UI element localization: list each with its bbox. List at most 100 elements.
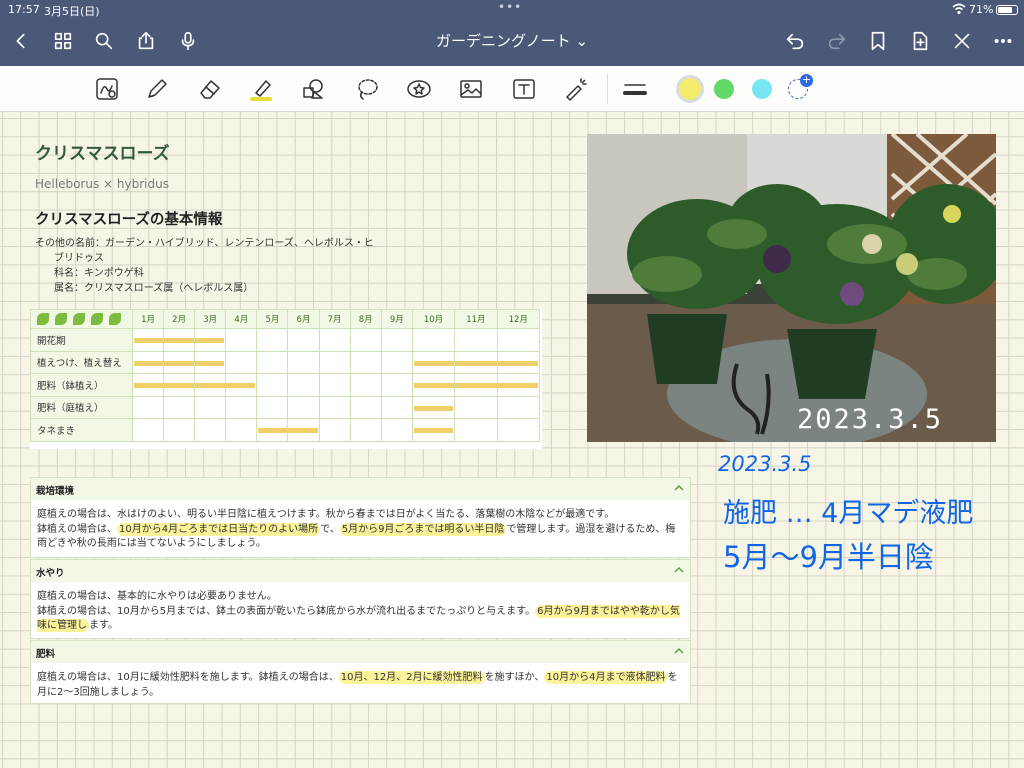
- highlighter-icon[interactable]: [246, 74, 276, 104]
- month-cell: [131, 418, 165, 442]
- hellebore-photo[interactable]: 2023.3.5: [587, 134, 996, 442]
- text-run: ます。: [89, 620, 118, 631]
- pen-icon[interactable]: [142, 74, 172, 104]
- period-bar: [497, 360, 538, 366]
- add-page-icon[interactable]: [907, 28, 933, 54]
- month-cell: [256, 395, 289, 419]
- multitask-dots-icon[interactable]: •••: [498, 0, 522, 14]
- sprout-icon: [73, 313, 85, 325]
- panel-header[interactable]: 肥料: [31, 641, 690, 663]
- calendar-corner: [30, 309, 133, 329]
- color-swatch-yellow[interactable]: [676, 75, 704, 103]
- period-bar: [413, 360, 455, 366]
- text-run: 鉢植えの場合は、10月から5月までは、鉢土の表面が乾いたら鉢底から水が流れ出るま…: [37, 605, 536, 617]
- undo-icon[interactable]: [782, 28, 808, 54]
- month-cell: [454, 418, 498, 442]
- panel-header[interactable]: 水やり: [31, 560, 690, 582]
- lasso-zoom-icon[interactable]: [92, 74, 122, 104]
- period-bar: [288, 428, 318, 433]
- sprout-icon: [91, 313, 103, 325]
- growing-calendar: 1月 2月 3月 4月 5月 6月 7月 8月 9月 10月 11月 12月 開…: [30, 309, 542, 449]
- drawing-toolbar: +: [0, 66, 1024, 112]
- share-icon[interactable]: [133, 28, 159, 54]
- month-cell: [349, 373, 382, 397]
- sticker-icon[interactable]: [404, 74, 434, 104]
- month-cell: [287, 418, 320, 442]
- info-other-names-cont: ブリドゥス: [54, 253, 104, 264]
- period-bar: [134, 338, 164, 343]
- lasso-icon[interactable]: [352, 74, 382, 104]
- panel-title: 水やり: [36, 568, 65, 579]
- period-bar: [134, 383, 164, 388]
- photo-date-stamp: 2023.3.5: [797, 404, 944, 435]
- handwritten-fertilizer-note[interactable]: 施肥 … 4月マデ液肥: [723, 491, 973, 530]
- period-bar: [195, 360, 225, 366]
- eraser-icon[interactable]: [195, 74, 225, 104]
- period-bar: [164, 383, 195, 388]
- period-bar: [226, 383, 256, 388]
- month-cell: [380, 418, 413, 442]
- month-cell: [287, 350, 320, 374]
- month-cell: [225, 328, 258, 352]
- color-swatch-green[interactable]: [714, 79, 734, 99]
- shapes-icon[interactable]: [298, 74, 328, 104]
- more-icon[interactable]: [990, 28, 1016, 54]
- goodnotes-app: { "status": { "time": "17:57", "date": "…: [0, 0, 1024, 768]
- month-cell: [256, 328, 289, 352]
- microphone-icon[interactable]: [175, 28, 201, 54]
- color-swatch-cyan[interactable]: [752, 79, 772, 99]
- panel-header[interactable]: 栽培環境: [31, 478, 690, 500]
- battery-icon: [996, 5, 1018, 15]
- month-header: 3月: [194, 309, 227, 329]
- care-info-panels: 栽培環境 庭植えの場合は、水はけのよい、明るい半日陰に植えつけます。秋から春まで…: [30, 477, 691, 704]
- bookmark-icon[interactable]: [865, 28, 891, 54]
- month-cell: [411, 373, 456, 397]
- calendar-row: 肥料（鉢植え）: [30, 373, 541, 397]
- month-cell: [318, 395, 351, 419]
- thumbnails-grid-icon[interactable]: [50, 28, 76, 54]
- close-tools-icon[interactable]: [949, 28, 975, 54]
- wifi-icon: [952, 3, 966, 15]
- info-family: 科名：キンポウゲ科: [54, 268, 144, 279]
- calendar-row-label: 開花期: [30, 328, 133, 352]
- month-cell: [256, 418, 289, 442]
- chevron-up-icon[interactable]: [674, 565, 684, 575]
- month-cell: [225, 395, 258, 419]
- highlighted-text: 10月から4月ごろまでは日当たりのよい場所: [117, 522, 321, 536]
- redo-icon[interactable]: [824, 28, 850, 54]
- notebook-title[interactable]: ガーデニングノート ⌄: [420, 30, 604, 51]
- add-color-plus-icon[interactable]: +: [800, 74, 813, 87]
- handwritten-shade-note[interactable]: 5月～9月半日陰: [723, 534, 934, 576]
- handwritten-date[interactable]: 2023.3.5: [718, 452, 812, 476]
- month-cell: [287, 373, 320, 397]
- month-cell: [496, 328, 541, 352]
- month-cell: [496, 350, 541, 374]
- month-cell: [163, 418, 196, 442]
- month-header: 1月: [131, 309, 165, 329]
- month-cell: [349, 328, 382, 352]
- chevron-up-icon[interactable]: [674, 646, 684, 656]
- month-cell: [225, 418, 258, 442]
- notebook-page[interactable]: クリスマスローズ Helleborus × hybridus クリスマスローズの…: [0, 112, 1024, 768]
- search-icon[interactable]: [91, 28, 117, 54]
- toolbar-divider: [607, 74, 608, 104]
- month-cell: [496, 373, 541, 397]
- text-box-icon[interactable]: [509, 74, 539, 104]
- image-icon[interactable]: [456, 74, 486, 104]
- month-cell: [131, 350, 165, 374]
- period-bar: [455, 360, 497, 366]
- stroke-width-icon[interactable]: [620, 74, 650, 104]
- info-other-names: その他の名前：ガーデン・ハイブリッド、レンテンローズ、ヘレボルス・ヒ: [35, 238, 374, 249]
- month-cell: [454, 328, 498, 352]
- back-icon[interactable]: [8, 28, 34, 54]
- plant-title: クリスマスローズ: [35, 144, 170, 164]
- month-cell: [287, 328, 320, 352]
- month-cell: [454, 395, 498, 419]
- month-cell: [194, 350, 227, 374]
- laser-pointer-icon[interactable]: [561, 74, 591, 104]
- calendar-row: タネまき: [30, 418, 541, 442]
- month-cell: [318, 350, 351, 374]
- period-bar: [195, 383, 226, 388]
- chevron-up-icon[interactable]: [674, 483, 684, 493]
- month-cell: [349, 350, 382, 374]
